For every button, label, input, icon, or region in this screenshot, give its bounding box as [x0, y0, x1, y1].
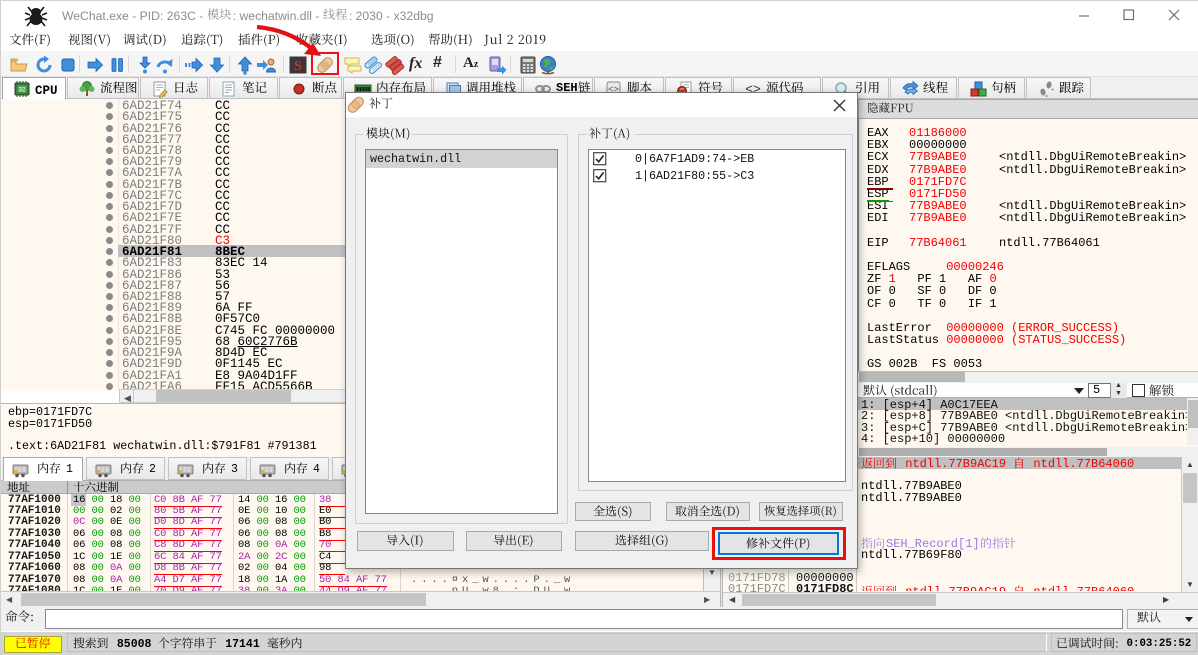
- svg-text:32: 32: [19, 88, 26, 94]
- svg-text:S: S: [294, 59, 302, 74]
